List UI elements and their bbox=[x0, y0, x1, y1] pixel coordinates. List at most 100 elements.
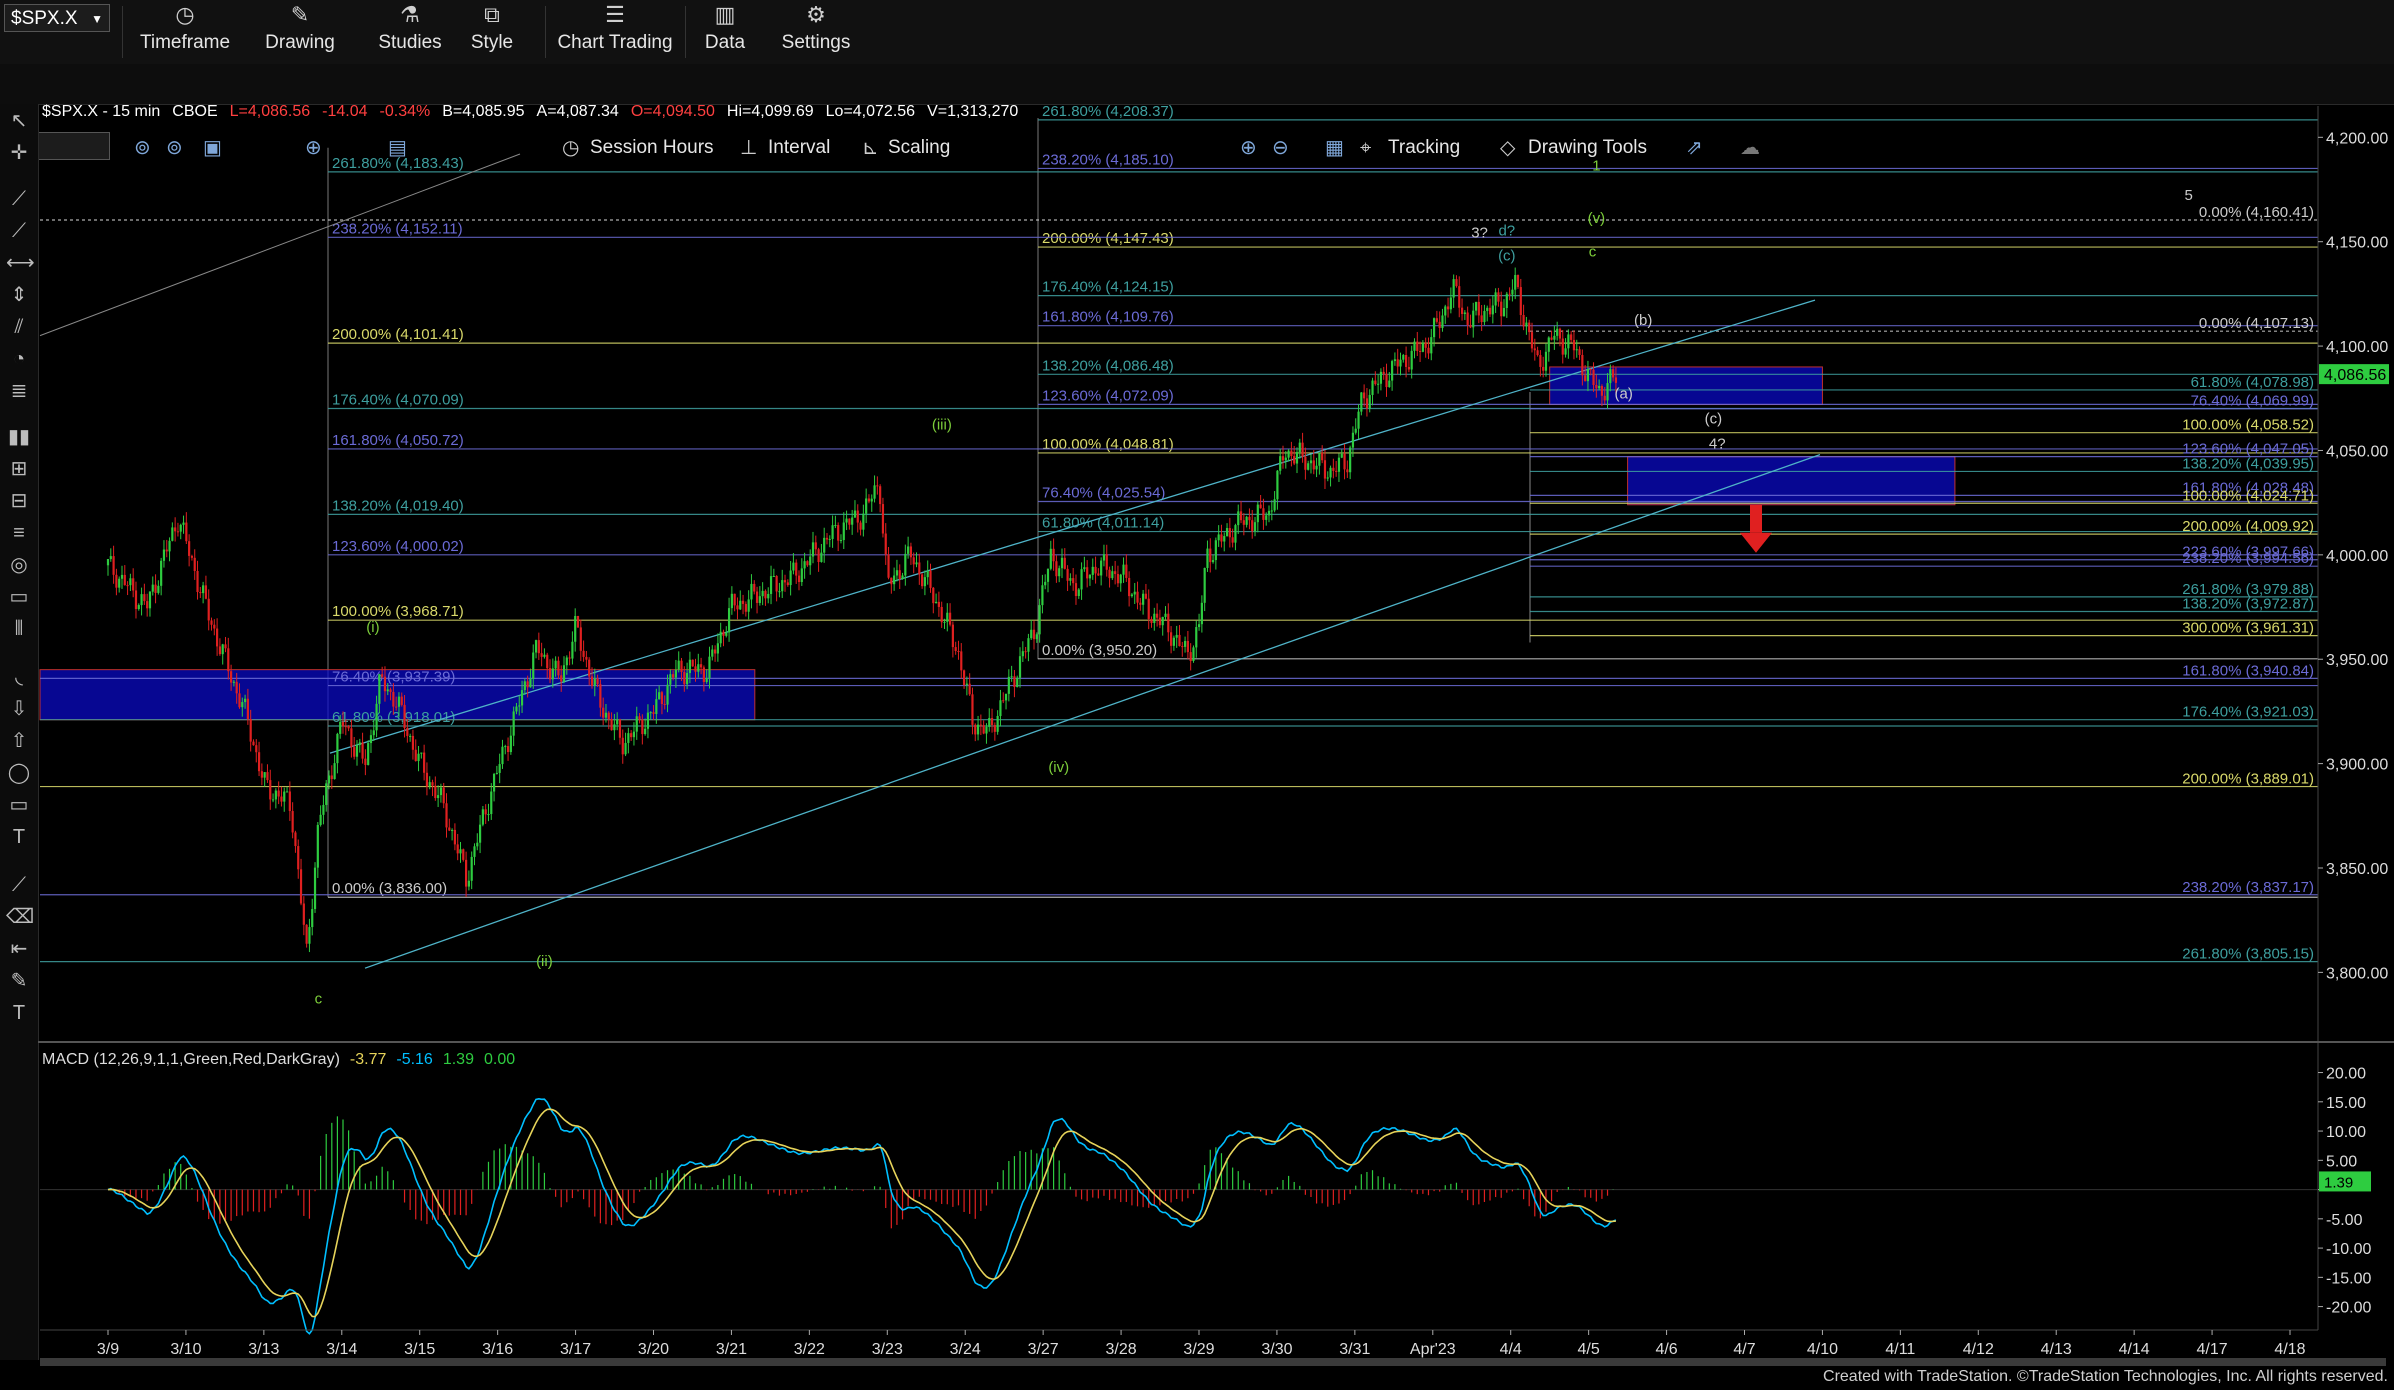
candle-body bbox=[932, 587, 935, 604]
candle-body bbox=[129, 578, 132, 586]
date-tick-label: 3/30 bbox=[1261, 1341, 1292, 1358]
candle-body bbox=[851, 517, 854, 525]
header-field-8: Hi=4,099.69 bbox=[727, 103, 814, 120]
candle-body bbox=[1522, 315, 1525, 327]
candle-body bbox=[817, 549, 820, 562]
fib-label-36: 300.00% (3,961.31) bbox=[2182, 620, 2314, 637]
date-tick-label: 4/5 bbox=[1578, 1341, 1600, 1358]
candle-body bbox=[1041, 585, 1044, 606]
candle-body bbox=[325, 783, 328, 805]
candle-body bbox=[621, 737, 624, 755]
date-tick-label: 3/21 bbox=[716, 1341, 747, 1358]
candle-body bbox=[1363, 392, 1366, 399]
candle-body bbox=[487, 814, 490, 816]
candle-body bbox=[1600, 385, 1604, 396]
candle-body bbox=[526, 681, 529, 688]
candle-body bbox=[1494, 292, 1497, 306]
candle-body bbox=[207, 598, 210, 621]
fib-label-22: 0.00% (4,160.41) bbox=[2199, 204, 2314, 221]
candle-body bbox=[400, 696, 403, 705]
candle-body bbox=[1556, 328, 1559, 336]
fib-label-2: 200.00% (4,147.43) bbox=[1042, 230, 1174, 247]
date-tick-label: 3/20 bbox=[638, 1341, 669, 1358]
candle-body bbox=[1175, 634, 1178, 638]
candle-body bbox=[1558, 328, 1562, 339]
candle-body bbox=[1502, 307, 1506, 317]
candle-body bbox=[800, 568, 803, 583]
candle-body bbox=[1223, 536, 1226, 542]
candle-body bbox=[1435, 318, 1438, 322]
fib-label-41: 261.80% (3,805.15) bbox=[2182, 946, 2314, 963]
candle-body bbox=[1172, 637, 1175, 646]
candle-body bbox=[962, 670, 966, 685]
candle-body bbox=[655, 699, 658, 714]
candle-body bbox=[1279, 456, 1282, 471]
wave-label-9: (v) bbox=[1588, 210, 1606, 227]
candle-body bbox=[224, 644, 227, 649]
price-tick-label: 4,100.00 bbox=[2326, 339, 2388, 356]
candle-body bbox=[271, 799, 275, 801]
candle-body bbox=[1371, 380, 1374, 395]
candle-body bbox=[971, 694, 974, 725]
candle-body bbox=[669, 674, 672, 685]
candle-body bbox=[1584, 375, 1587, 382]
candle-body bbox=[202, 585, 205, 594]
candle-body bbox=[1418, 350, 1422, 352]
candle-body bbox=[1536, 350, 1539, 356]
candle-body bbox=[344, 726, 347, 728]
candle-body bbox=[470, 856, 473, 881]
candle-body bbox=[445, 803, 448, 828]
candle-body bbox=[767, 593, 770, 599]
candle-body bbox=[1416, 341, 1419, 351]
candle-body bbox=[1575, 349, 1578, 351]
candle-body bbox=[123, 574, 126, 586]
candle-body bbox=[1002, 700, 1005, 702]
candle-body bbox=[680, 660, 683, 672]
candle-body bbox=[1421, 343, 1424, 352]
candle-body bbox=[311, 909, 314, 928]
candle-body bbox=[1102, 554, 1106, 561]
candle-body bbox=[420, 752, 423, 754]
candle-body bbox=[702, 667, 705, 683]
candle-body bbox=[437, 795, 440, 799]
candle-body bbox=[610, 719, 613, 731]
date-tick-label: 3/16 bbox=[482, 1341, 513, 1358]
candle-body bbox=[725, 632, 728, 636]
candle-body bbox=[1508, 293, 1511, 295]
date-tick-label: 3/13 bbox=[248, 1341, 279, 1358]
candle-body bbox=[305, 924, 308, 944]
candle-body bbox=[353, 747, 356, 757]
date-tick-label: 3/22 bbox=[794, 1341, 825, 1358]
candle-body bbox=[1270, 510, 1273, 512]
target-zone-box-2 bbox=[1627, 456, 1956, 506]
candle-body bbox=[1455, 279, 1458, 287]
fib-label-24: 61.80% (4,078.98) bbox=[2191, 374, 2314, 391]
candle-body bbox=[820, 552, 823, 562]
candle-body bbox=[1128, 577, 1131, 597]
candle-body bbox=[630, 733, 633, 738]
fib-label-33: 238.20% (3,994.56) bbox=[2182, 550, 2314, 567]
candle-body bbox=[887, 554, 890, 578]
candle-body bbox=[151, 584, 154, 592]
candle-body bbox=[1130, 594, 1134, 597]
candle-body bbox=[1105, 554, 1108, 570]
candle-body bbox=[1589, 369, 1592, 371]
candle-body bbox=[722, 631, 725, 636]
candle-body bbox=[171, 527, 174, 541]
candle-body bbox=[624, 742, 627, 755]
price-chart[interactable]: $SPX.X - 15 min CBOE L=4,086.56 -14.04 -0.34… bbox=[0, 0, 2394, 1390]
candle-body bbox=[825, 537, 829, 540]
candle-body bbox=[1533, 348, 1536, 351]
candle-body bbox=[1211, 560, 1215, 563]
horizontal-scrollbar[interactable] bbox=[40, 1358, 2386, 1366]
candle-body bbox=[599, 684, 602, 708]
candle-body bbox=[288, 791, 291, 812]
candle-body bbox=[1209, 548, 1212, 563]
candle-body bbox=[923, 577, 927, 587]
candle-body bbox=[1598, 385, 1601, 389]
candle-body bbox=[660, 692, 664, 705]
candle-body bbox=[753, 583, 756, 592]
candle-body bbox=[1516, 274, 1520, 288]
candle-body bbox=[176, 531, 180, 533]
candle-body bbox=[238, 693, 241, 708]
